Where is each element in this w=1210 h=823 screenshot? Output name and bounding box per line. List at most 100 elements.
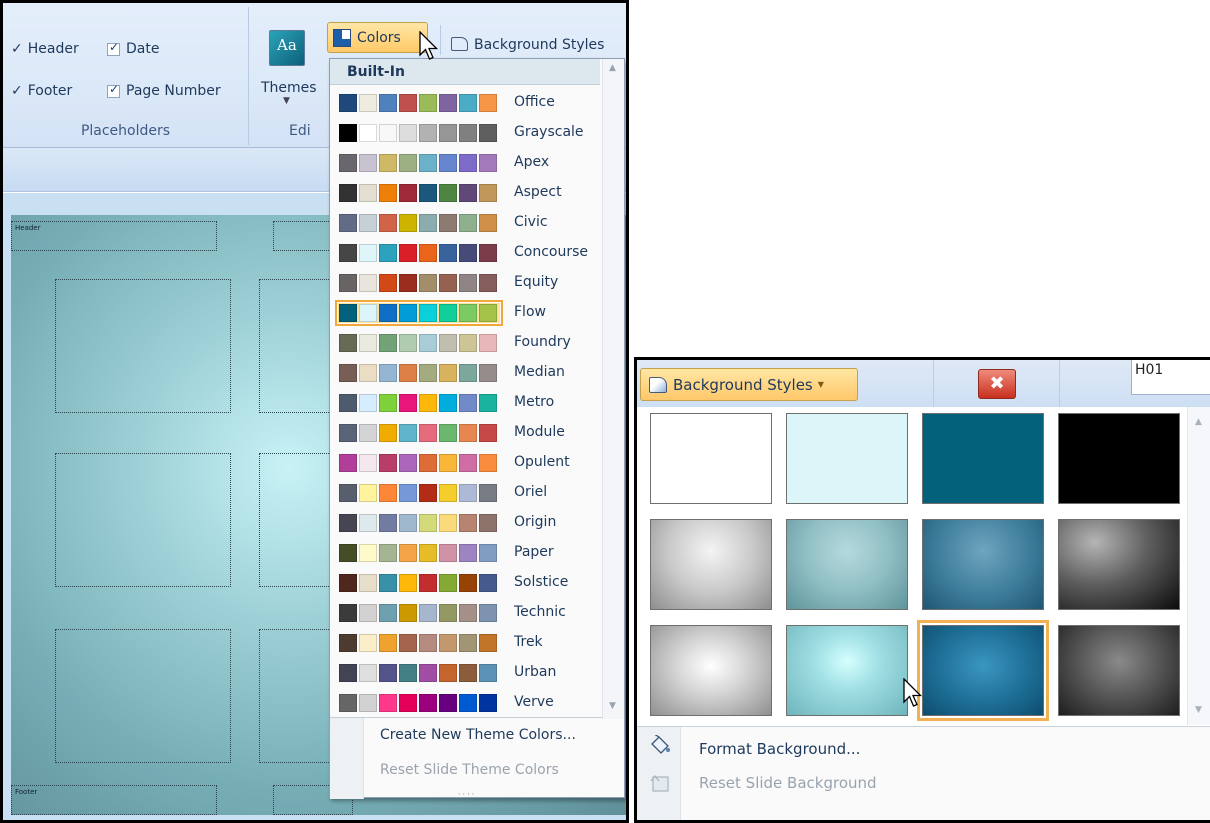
color-scheme-origin[interactable]: Origin [333,509,601,537]
content-placeholder[interactable] [55,629,231,763]
color-swatch [399,394,417,412]
background-style-thumbnail[interactable] [1058,519,1180,610]
color-scheme-concourse[interactable]: Concourse [333,239,601,267]
chevron-down-icon: ▼ [817,380,824,389]
color-swatch [399,664,417,682]
color-swatch [339,664,357,682]
color-swatch [399,574,417,592]
color-scheme-name: Oriel [514,484,548,500]
color-swatch [419,634,437,652]
color-swatch [439,394,457,412]
date-checkbox[interactable]: Date [107,40,159,57]
page-number-checkbox[interactable]: Page Number [107,82,221,99]
color-swatch [479,334,497,352]
separator [1059,360,1060,407]
background-styles-button[interactable]: Background Styles ▼ [640,368,858,401]
color-swatch [379,154,397,172]
content-placeholder[interactable] [55,453,231,587]
background-style-thumbnail[interactable] [650,625,772,716]
color-scheme-office[interactable]: Office [333,89,601,117]
color-swatch [459,604,477,622]
color-swatch-strip [338,363,500,383]
color-swatch [459,694,477,712]
background-style-thumbnail[interactable] [922,413,1044,504]
color-scheme-solstice[interactable]: Solstice [333,569,601,597]
color-scheme-apex[interactable]: Apex [333,149,601,177]
color-scheme-paper[interactable]: Paper [333,539,601,567]
color-swatch [479,304,497,322]
scroll-down-icon[interactable]: ▼ [609,701,616,711]
color-scheme-module[interactable]: Module [333,419,601,447]
mouse-cursor-icon [419,31,439,60]
background-style-thumbnail[interactable] [650,413,772,504]
color-scheme-foundry[interactable]: Foundry [333,329,601,357]
color-scheme-flow[interactable]: Flow [333,299,601,327]
header-placeholder[interactable]: Header [11,221,217,251]
color-scheme-metro[interactable]: Metro [333,389,601,417]
themes-icon[interactable]: Aa [269,30,305,66]
color-swatch [439,484,457,502]
background-style-thumbnail[interactable] [1058,625,1180,716]
color-swatch [439,274,457,292]
background-styles-label: Background Styles [673,375,813,394]
color-swatch [419,424,437,442]
color-scheme-technic[interactable]: Technic [333,599,601,627]
color-swatch [379,214,397,232]
color-scheme-oriel[interactable]: Oriel [333,479,601,507]
scroll-up-icon[interactable]: ▲ [609,63,616,73]
background-style-thumbnail[interactable] [786,413,908,504]
themes-button-label[interactable]: Themes [261,80,317,96]
background-style-thumbnail[interactable] [922,519,1044,610]
background-style-thumbnail[interactable] [1058,413,1180,504]
color-swatch [339,424,357,442]
color-scheme-median[interactable]: Median [333,359,601,387]
color-scheme-name: Flow [514,304,546,320]
create-new-theme-colors-item[interactable]: Create New Theme Colors... [380,727,576,743]
background-styles-button[interactable]: Background Styles [451,37,604,53]
header-checkbox[interactable]: ✓ Header [11,41,79,57]
footer-checkbox[interactable]: ✓ Footer [11,83,72,99]
background-style-thumbnail[interactable] [786,625,908,716]
text-field[interactable]: H01 [1131,360,1210,395]
scroll-up-icon[interactable]: ▲ [1195,417,1202,427]
format-background-item[interactable]: Format Background... [699,740,860,758]
color-scheme-name: Technic [514,604,566,620]
background-style-thumbnail[interactable] [917,620,1049,721]
menu-scrollbar[interactable]: ▲ ▼ [602,59,624,719]
scroll-down-icon[interactable]: ▼ [1195,705,1202,715]
color-swatch [339,244,357,262]
color-swatch [359,214,377,232]
color-scheme-civic[interactable]: Civic [333,209,601,237]
color-swatch [439,574,457,592]
resize-grip[interactable]: ···· [458,790,476,799]
background-style-thumbnail[interactable] [786,519,908,610]
color-swatch-strip [338,273,500,293]
color-swatch-strip [338,663,500,683]
color-scheme-opulent[interactable]: Opulent [333,449,601,477]
color-scheme-name: Origin [514,514,557,530]
color-scheme-equity[interactable]: Equity [333,269,601,297]
color-swatch [339,94,357,112]
color-swatch [339,154,357,172]
colors-button[interactable]: Colors [327,22,428,53]
color-scheme-trek[interactable]: Trek [333,629,601,657]
footer-placeholder[interactable]: Footer [11,785,217,815]
color-swatch [459,214,477,232]
color-swatch [419,394,437,412]
color-swatch-strip [338,423,500,443]
color-swatch [479,244,497,262]
close-icon[interactable]: ✖ [978,369,1016,399]
paint-bucket-icon [649,376,667,393]
gallery-scrollbar[interactable]: ▲ ▼ [1187,407,1210,725]
color-scheme-aspect[interactable]: Aspect [333,179,601,207]
color-scheme-verve[interactable]: Verve [333,689,601,717]
color-swatch [339,124,357,142]
color-swatch [419,454,437,472]
content-placeholder[interactable] [55,279,231,413]
background-style-thumbnail[interactable] [650,519,772,610]
color-scheme-grayscale[interactable]: Grayscale [333,119,601,147]
color-swatch [379,124,397,142]
group-separator [248,7,249,145]
color-scheme-urban[interactable]: Urban [333,659,601,687]
color-swatch [439,94,457,112]
